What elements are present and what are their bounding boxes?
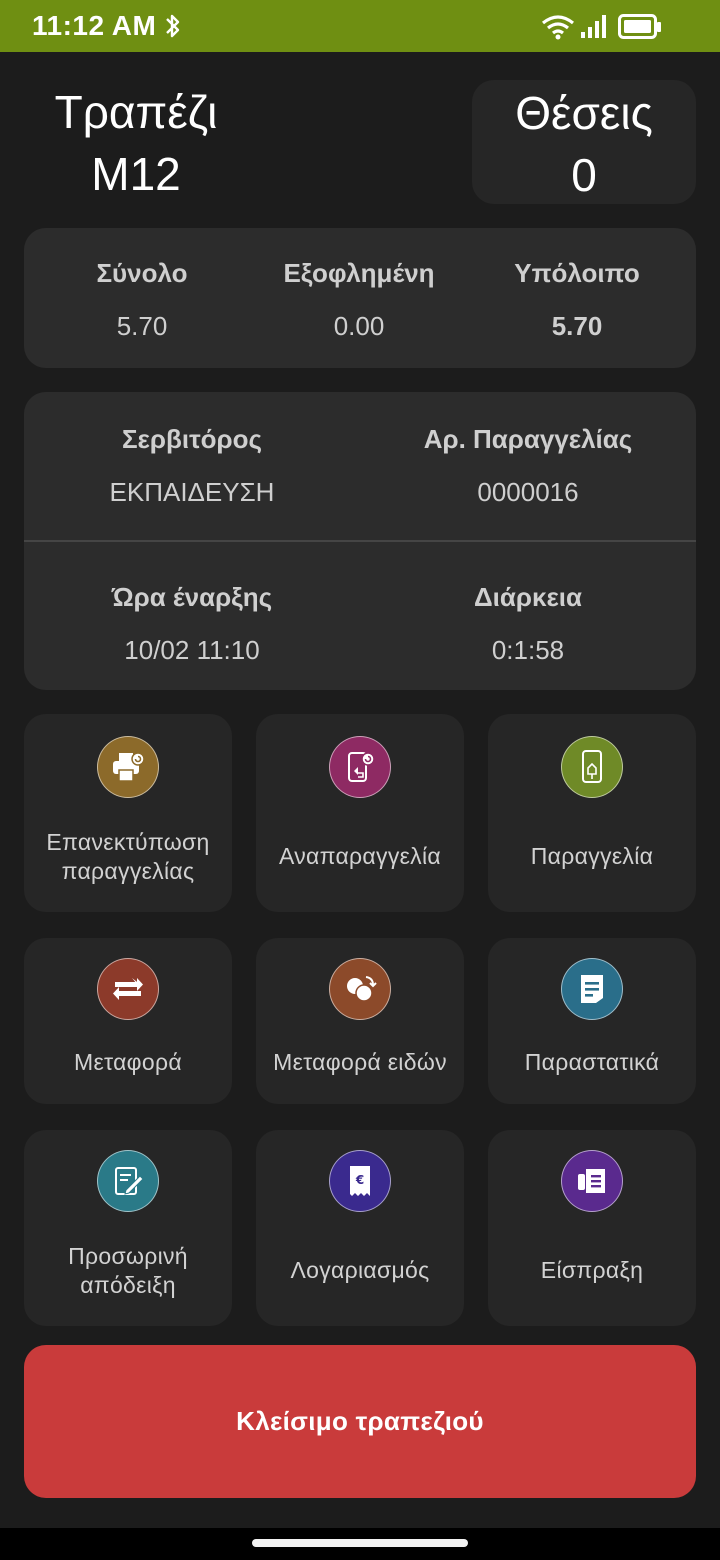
payment-label: Είσπραξη xyxy=(540,1257,644,1283)
bill-button[interactable]: € Λογαριασμός xyxy=(256,1130,464,1326)
duration-column: Διάρκεια 0:1:58 xyxy=(360,582,696,666)
waiter-value: ΕΚΠΑΙΔΕΥΣΗ xyxy=(109,477,275,507)
table-label: Τραπέζι xyxy=(54,86,218,138)
order-button[interactable]: Παραγγελία xyxy=(488,714,696,912)
order-icon xyxy=(561,736,623,798)
bluetooth-icon xyxy=(163,12,183,45)
order-info-card: Σερβιτόρος ΕΚΠΑΙΔΕΥΣΗ Αρ. Παραγγελίας 00… xyxy=(24,392,696,690)
bill-label: Λογαριασμός xyxy=(290,1257,430,1283)
transfer-items-label: Μεταφορά ειδών xyxy=(273,1049,447,1075)
wifi-icon xyxy=(540,14,576,45)
reorder-button[interactable]: Αναπαραγγελία xyxy=(256,714,464,912)
reorder-label: Αναπαραγγελία xyxy=(278,843,441,869)
balance-label: Υπόλοιπο xyxy=(514,258,640,288)
payment-icon xyxy=(561,1150,623,1212)
total-label: Σύνολο xyxy=(96,258,188,288)
summary-card: Σύνολο 5.70 Εξοφλημένη 0.00 Υπόλοιπο 5.7… xyxy=(24,228,696,368)
table-number: M12 xyxy=(91,148,181,200)
reprint-order-label-line1: Επανεκτύπωση xyxy=(46,829,210,855)
close-table-button[interactable]: Κλείσιμο τραπεζιού xyxy=(24,1345,696,1498)
paid-column: Εξοφλημένη 0.00 xyxy=(260,258,458,342)
seats-count: 0 xyxy=(571,149,597,201)
order-label: Παραγγελία xyxy=(530,843,654,869)
bill-icon: € xyxy=(329,1150,391,1212)
reprint-order-label-line2: παραγγελίας xyxy=(61,858,195,884)
reorder-icon xyxy=(329,736,391,798)
duration-label: Διάρκεια xyxy=(473,582,583,612)
total-column: Σύνολο 5.70 xyxy=(24,258,260,342)
start-time-column: Ώρα έναρξης 10/02 11:10 xyxy=(24,582,360,666)
transfer-button[interactable]: Μεταφορά xyxy=(24,938,232,1104)
home-indicator[interactable] xyxy=(252,1539,468,1547)
reprint-icon xyxy=(97,736,159,798)
close-table-label: Κλείσιμο τραπεζιού xyxy=(236,1406,484,1436)
paid-label: Εξοφλημένη xyxy=(283,258,435,288)
documents-button[interactable]: Παραστατικά xyxy=(488,938,696,1104)
order-number-value: 0000016 xyxy=(477,477,579,507)
total-value: 5.70 xyxy=(116,311,168,341)
documents-label: Παραστατικά xyxy=(524,1049,660,1075)
divider xyxy=(24,540,696,542)
temporary-receipt-label-line1: Προσωρινή xyxy=(68,1243,188,1269)
seats-label: Θέσεις xyxy=(515,87,653,139)
transfer-items-icon xyxy=(329,958,391,1020)
transfer-icon xyxy=(97,958,159,1020)
table-info: Τραπέζι M12 xyxy=(24,84,248,204)
transfer-label: Μεταφορά xyxy=(74,1049,182,1075)
waiter-column: Σερβιτόρος ΕΚΠΑΙΔΕΥΣΗ xyxy=(24,424,360,508)
order-number-label: Αρ. Παραγγελίας xyxy=(423,424,633,454)
order-number-column: Αρ. Παραγγελίας 0000016 xyxy=(360,424,696,508)
reprint-order-button[interactable]: Επανεκτύπωση παραγγελίας xyxy=(24,714,232,912)
duration-value: 0:1:58 xyxy=(491,635,565,665)
status-bar: 11:12 AM xyxy=(0,0,720,52)
battery-icon xyxy=(618,14,662,45)
svg-text:€: € xyxy=(355,1173,364,1187)
seats-button[interactable]: Θέσεις 0 xyxy=(472,80,696,204)
signal-icon xyxy=(580,13,608,44)
documents-icon xyxy=(561,958,623,1020)
balance-value: 5.70 xyxy=(551,311,603,341)
payment-button[interactable]: Είσπραξη xyxy=(488,1130,696,1326)
start-time-label: Ώρα έναρξης xyxy=(111,582,273,612)
temp-receipt-icon xyxy=(97,1150,159,1212)
temporary-receipt-label-line2: απόδειξη xyxy=(80,1272,176,1298)
paid-value: 0.00 xyxy=(333,311,385,341)
start-time-value: 10/02 11:10 xyxy=(124,635,260,665)
temporary-receipt-button[interactable]: Προσωρινή απόδειξη xyxy=(24,1130,232,1326)
status-time: 11:12 AM xyxy=(32,10,157,41)
transfer-items-button[interactable]: Μεταφορά ειδών xyxy=(256,938,464,1104)
balance-column: Υπόλοιπο 5.70 xyxy=(458,258,696,342)
waiter-label: Σερβιτόρος xyxy=(121,424,263,454)
